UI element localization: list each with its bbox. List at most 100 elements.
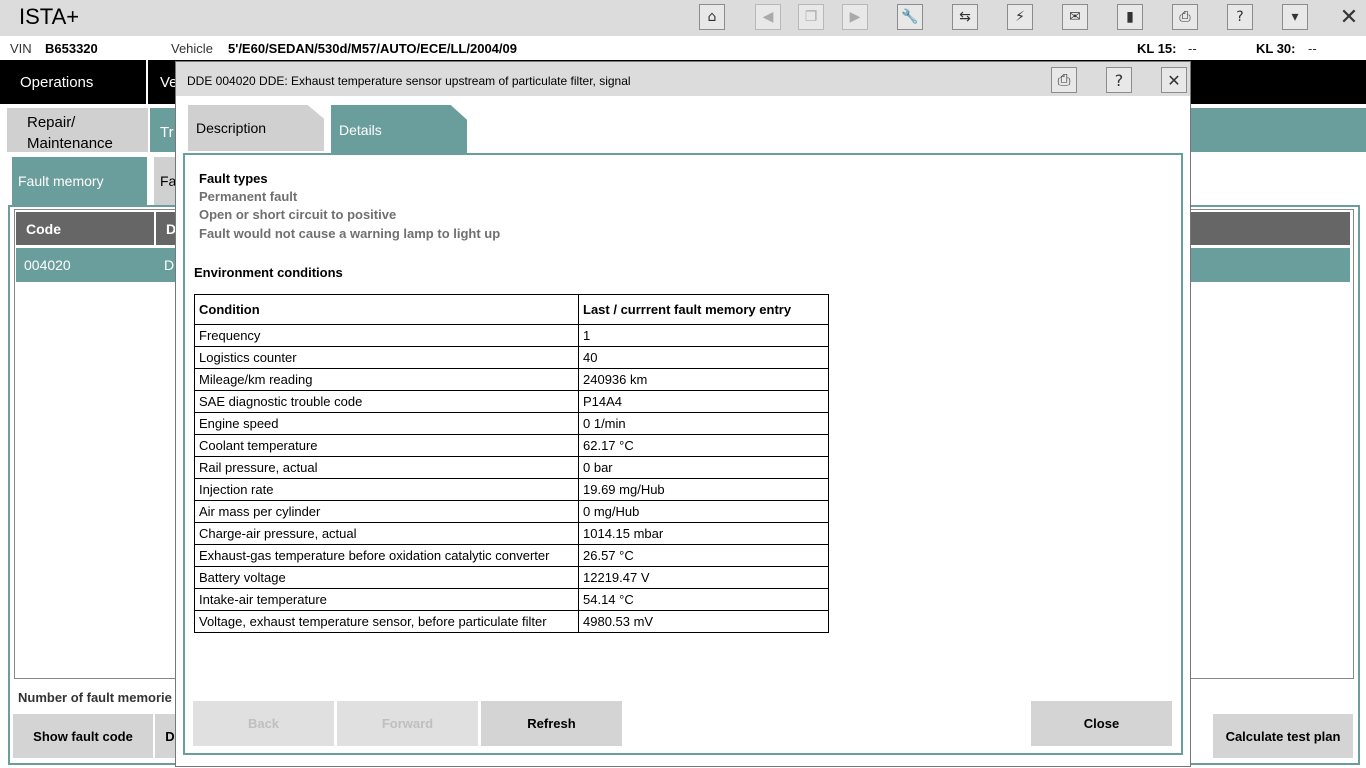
fault-detail-dialog: DDE 004020 DDE: Exhaust temperature sens… (175, 61, 1191, 767)
tab-fault-memory[interactable]: Fault memory (12, 157, 147, 205)
condition-cell: Mileage/km reading (194, 368, 579, 391)
dialog-help-icon[interactable]: ? (1106, 67, 1132, 93)
condition-cell: SAE diagnostic trouble code (194, 390, 579, 413)
dialog-close-icon[interactable]: ✕ (1161, 67, 1187, 93)
subnav-repair-maintenance[interactable]: Repair/ Maintenance (7, 108, 148, 152)
condition-cell: Engine speed (194, 412, 579, 435)
col-last-entry: Last / currrent fault memory entry (578, 294, 829, 325)
condition-cell: Voltage, exhaust temperature sensor, bef… (194, 610, 579, 633)
value-cell: 12219.47 V (578, 566, 829, 589)
value-cell: 0 bar (578, 456, 829, 479)
table-row: Exhaust-gas temperature before oxidation… (194, 544, 829, 567)
calculate-test-plan-button[interactable]: Calculate test plan (1213, 714, 1353, 758)
forward-icon[interactable]: ▶ (842, 4, 868, 30)
subnav-repair-line2: Maintenance (27, 135, 113, 152)
value-cell: 26.57 °C (578, 544, 829, 567)
wrench-icon[interactable]: 🔧 (897, 4, 923, 30)
table-row: Engine speed 0 1/min (194, 412, 829, 435)
back-button[interactable]: Back (193, 701, 334, 746)
table-row: Intake-air temperature 54.14 °C (194, 588, 829, 611)
value-cell: 19.69 mg/Hub (578, 478, 829, 501)
close-icon[interactable]: ✕ (1336, 4, 1362, 30)
dialog-title: DDE 004020 DDE: Exhaust temperature sens… (187, 74, 631, 88)
value-cell: 40 (578, 346, 829, 369)
value-cell: P14A4 (578, 390, 829, 413)
table-row: Injection rate 19.69 mg/Hub (194, 478, 829, 501)
kl30-value: -- (1308, 41, 1317, 56)
value-cell: 1014.15 mbar (578, 522, 829, 545)
fault-type-item: Permanent fault (199, 189, 298, 204)
close-button[interactable]: Close (1031, 701, 1172, 746)
condition-cell: Exhaust-gas temperature before oxidation… (194, 544, 579, 567)
app-title: ISTA+ (19, 4, 80, 29)
condition-cell: Coolant temperature (194, 434, 579, 457)
col-condition: Condition (194, 294, 579, 325)
table-row: SAE diagnostic trouble code P14A4 (194, 390, 829, 413)
mail-icon[interactable]: ✉ (1062, 4, 1088, 30)
forward-button[interactable]: Forward (337, 701, 478, 746)
row-code: 004020 (24, 257, 71, 273)
condition-cell: Air mass per cylinder (194, 500, 579, 523)
condition-cell: Intake-air temperature (194, 588, 579, 611)
table-row: Air mass per cylinder 0 mg/Hub (194, 500, 829, 523)
plug-icon[interactable]: ⚡ (1007, 4, 1033, 30)
show-fault-code-button[interactable]: Show fault code (13, 714, 153, 758)
condition-cell: Logistics counter (194, 346, 579, 369)
environment-conditions-title: Environment conditions (194, 265, 343, 280)
condition-cell: Battery voltage (194, 566, 579, 589)
home-icon[interactable]: ⌂ (699, 4, 725, 30)
condition-cell: Injection rate (194, 478, 579, 501)
fault-type-item: Fault would not cause a warning lamp to … (199, 226, 501, 241)
vehicle-info-bar: VIN B653320 Vehicle 5'/E60/SEDAN/530d/M5… (0, 36, 1366, 60)
kl15-value: -- (1188, 41, 1197, 56)
fault-types-title: Fault types (199, 171, 268, 186)
condition-cell: Rail pressure, actual (194, 456, 579, 479)
environment-table: Condition Last / currrent fault memory e… (194, 294, 829, 633)
top-toolbar: ISTA+ ⌂ ◀ ❐ ▶ 🔧 ⇆ ⚡ ✉ ▮ ⎙ ? ▾ ✕ (0, 0, 1366, 36)
table-row: Logistics counter 40 (194, 346, 829, 369)
copy-icon[interactable]: ❐ (798, 4, 824, 30)
table-row: Rail pressure, actual 0 bar (194, 456, 829, 479)
table-header-row: Condition Last / currrent fault memory e… (194, 294, 829, 325)
vehicle-label: Vehicle (171, 41, 213, 56)
condition-cell: Frequency (194, 324, 579, 347)
help-icon[interactable]: ? (1227, 4, 1253, 30)
value-cell: 0 1/min (578, 412, 829, 435)
dropdown-icon[interactable]: ▾ (1282, 4, 1308, 30)
value-cell: 4980.53 mV (578, 610, 829, 633)
fault-count-label: Number of fault memorie (18, 690, 172, 705)
value-cell: 240936 km (578, 368, 829, 391)
kl30-label: KL 30: (1256, 41, 1296, 56)
table-row: Mileage/km reading 240936 km (194, 368, 829, 391)
tab-details[interactable]: Details (331, 105, 467, 154)
dialog-print-icon[interactable]: ⎙ (1051, 67, 1077, 93)
details-body: Fault types Permanent fault Open or shor… (183, 153, 1183, 755)
table-row: Battery voltage 12219.47 V (194, 566, 829, 589)
value-cell: 54.14 °C (578, 588, 829, 611)
row-description: D (164, 257, 175, 273)
compare-icon[interactable]: ⇆ (952, 4, 978, 30)
tab-description[interactable]: Description (188, 105, 324, 151)
vehicle-value: 5'/E60/SEDAN/530d/M57/AUTO/ECE/LL/2004/0… (228, 41, 517, 56)
nav-vehicle[interactable]: Ve (150, 60, 178, 104)
nav-operations[interactable]: Operations (0, 60, 148, 104)
table-row: Voltage, exhaust temperature sensor, bef… (194, 610, 829, 633)
table-row: Coolant temperature 62.17 °C (194, 434, 829, 457)
subnav-repair-line1: Repair/ (27, 114, 76, 131)
print-icon[interactable]: ⎙ (1172, 4, 1198, 30)
dialog-header: DDE 004020 DDE: Exhaust temperature sens… (176, 62, 1190, 96)
value-cell: 1 (578, 324, 829, 347)
kl15-label: KL 15: (1137, 41, 1177, 56)
table-row: Charge-air pressure, actual 1014.15 mbar (194, 522, 829, 545)
table-row: Frequency 1 (194, 324, 829, 347)
value-cell: 0 mg/Hub (578, 500, 829, 523)
back-icon[interactable]: ◀ (755, 4, 781, 30)
col-code[interactable]: Code (26, 221, 61, 237)
refresh-button[interactable]: Refresh (481, 701, 622, 746)
vin-value: B653320 (45, 41, 98, 56)
condition-cell: Charge-air pressure, actual (194, 522, 579, 545)
value-cell: 62.17 °C (578, 434, 829, 457)
battery-icon[interactable]: ▮ (1117, 4, 1143, 30)
vin-label: VIN (10, 41, 32, 56)
fault-type-item: Open or short circuit to positive (199, 207, 397, 222)
